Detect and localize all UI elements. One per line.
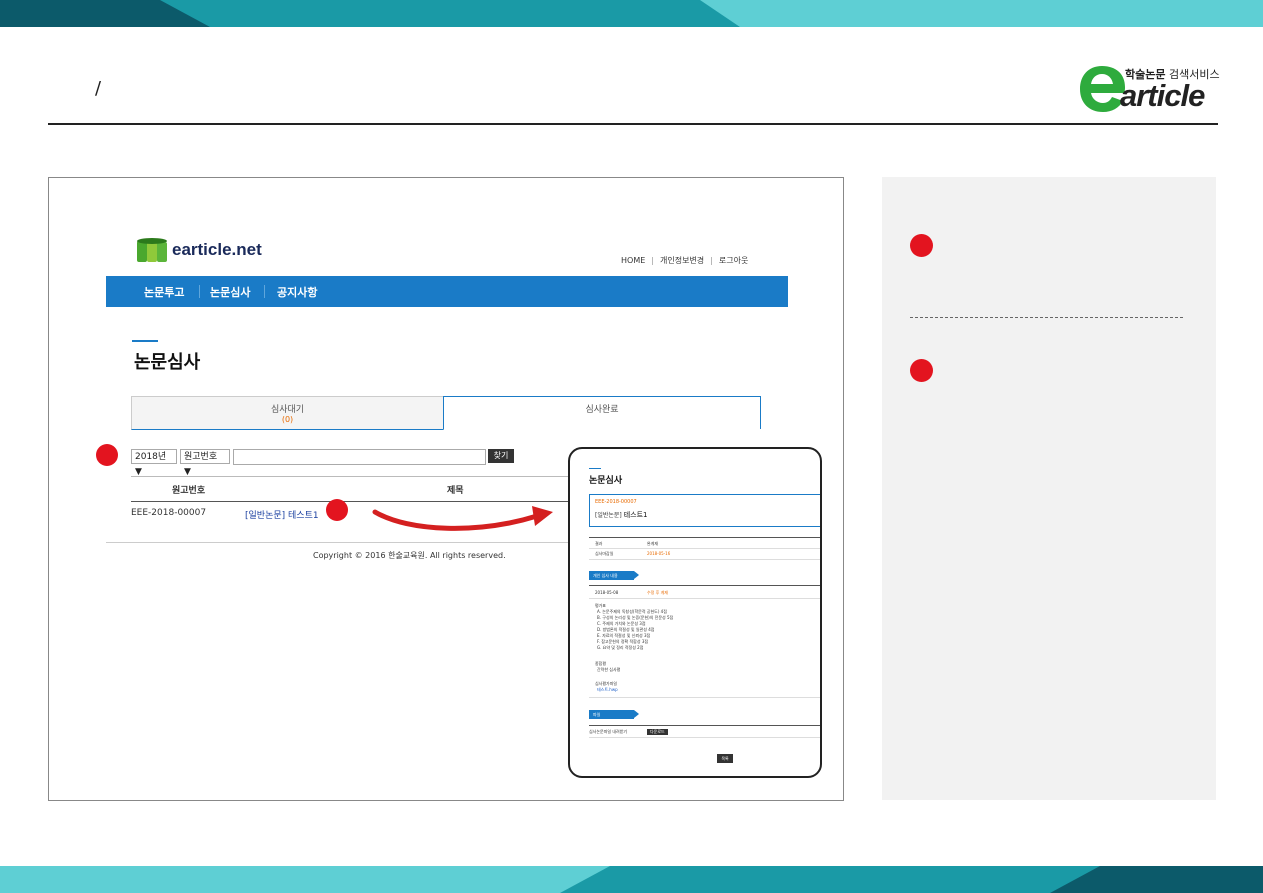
explanation-panel (882, 177, 1216, 800)
field-select[interactable]: 원고번호 ▼ (180, 449, 230, 477)
popup-file-top (589, 725, 820, 726)
popup-row-line-1 (589, 548, 820, 549)
popup-paper-title: [일반논문] 테스트1 (595, 511, 648, 519)
year-select[interactable]: 2018년 ▼ (131, 449, 177, 477)
popup-file-row-label: 심사논문파일 내려받기 (589, 729, 628, 734)
tab-pending[interactable]: 심사대기 (0) (131, 396, 444, 430)
col-header-id: 원고번호 (172, 486, 206, 496)
main-nav: 논문투고 논문심사 공지사항 (106, 276, 788, 307)
nav-notice[interactable]: 공지사항 (277, 284, 317, 300)
link-profile[interactable]: 개인정보변경 (660, 256, 704, 265)
popup-section-file: 파일 (589, 710, 639, 719)
popup-row-line-2 (589, 559, 820, 560)
popup-title-accent (589, 468, 601, 469)
popup-paper-box: EEE-2018-00007 [일반논문] 테스트1 (589, 494, 820, 527)
marker-1 (96, 444, 118, 466)
popup-file-line (589, 737, 820, 738)
detail-zoom-popup: 논문심사 EEE-2018-00007 [일반논문] 테스트1 결과 완게재 심… (568, 447, 822, 778)
top-links: HOME | 개인정보변경 | 로그아웃 (621, 256, 749, 265)
col-header-title: 제목 (447, 486, 464, 496)
pointer-arrow-icon (372, 506, 553, 531)
popup-row-deadline-value: 2018-05-16 (647, 551, 671, 556)
copyright-text: Copyright © 2016 한술교육원. All rights reser… (313, 551, 506, 560)
title-accent-bar (132, 340, 158, 342)
nav-submit[interactable]: 논문투고 (144, 284, 184, 300)
footer-divider (106, 542, 591, 543)
nav-review[interactable]: 논문심사 (210, 284, 250, 300)
popup-opinion-line (589, 697, 820, 698)
popup-review-top (589, 585, 820, 586)
popup-review-result: 수정 후 게재 (647, 590, 668, 595)
popup-download-button[interactable]: 다운로드 (647, 729, 668, 735)
earticle-logo-e-icon (1080, 66, 1125, 112)
popup-row-result-value: 완게재 (647, 541, 659, 546)
brand-wordmark: article (1120, 78, 1205, 113)
popup-list-button[interactable]: 목록 (717, 754, 733, 763)
popup-section-review: 개인 심사 내용 (589, 571, 639, 580)
popup-criteria-list: A. 논문주제의 독창성(학문적 공헌도) 4점 B. 구성의 논리성 및 논증… (597, 609, 673, 651)
tab-completed[interactable]: 심사완료 (443, 396, 761, 429)
popup-criterion: G. 요약 및 정리 적정성 2점 (597, 645, 644, 650)
page-title: 논문심사 (134, 352, 201, 373)
top-banner (0, 0, 1263, 27)
panel-marker-1 (910, 234, 933, 257)
marker-2 (326, 499, 348, 521)
popup-table-top (589, 537, 820, 538)
popup-opinion: 간략한 심사평 (597, 667, 621, 672)
search-input[interactable] (233, 449, 486, 465)
books-logo-icon (137, 238, 167, 262)
link-home[interactable]: HOME (621, 256, 645, 265)
panel-divider (910, 317, 1183, 318)
popup-row-result-label: 결과 (595, 541, 603, 546)
tab-pending-label: 심사대기 (270, 405, 305, 415)
table-top-line (131, 476, 591, 477)
bottom-banner (0, 866, 1263, 893)
search-button[interactable]: 찾기 (488, 449, 514, 463)
tab-pending-count: (0) (281, 415, 294, 424)
popup-review-date: 2018-05-08 (595, 590, 619, 595)
tab-completed-label: 심사완료 (585, 405, 619, 415)
popup-row-deadline-label: 심사마감일 (595, 551, 614, 556)
panel-marker-2 (910, 359, 933, 382)
section-title-slash: / (95, 78, 102, 99)
link-logout[interactable]: 로그아웃 (719, 256, 748, 265)
row-title-link[interactable]: [일반논문] 테스트1 (245, 508, 319, 521)
site-logo-text[interactable]: earticle.net (172, 240, 262, 260)
popup-file-link[interactable]: 테스트.hwp (597, 687, 618, 693)
popup-review-line (589, 598, 820, 599)
popup-title: 논문심사 (589, 476, 623, 486)
screenshot-frame: earticle.net HOME | 개인정보변경 | 로그아웃 논문투고 논문심사 … (48, 177, 844, 801)
popup-paper-code: EEE-2018-00007 (595, 499, 637, 505)
row-id: EEE-2018-00007 (131, 508, 207, 518)
header-divider (48, 123, 1218, 125)
